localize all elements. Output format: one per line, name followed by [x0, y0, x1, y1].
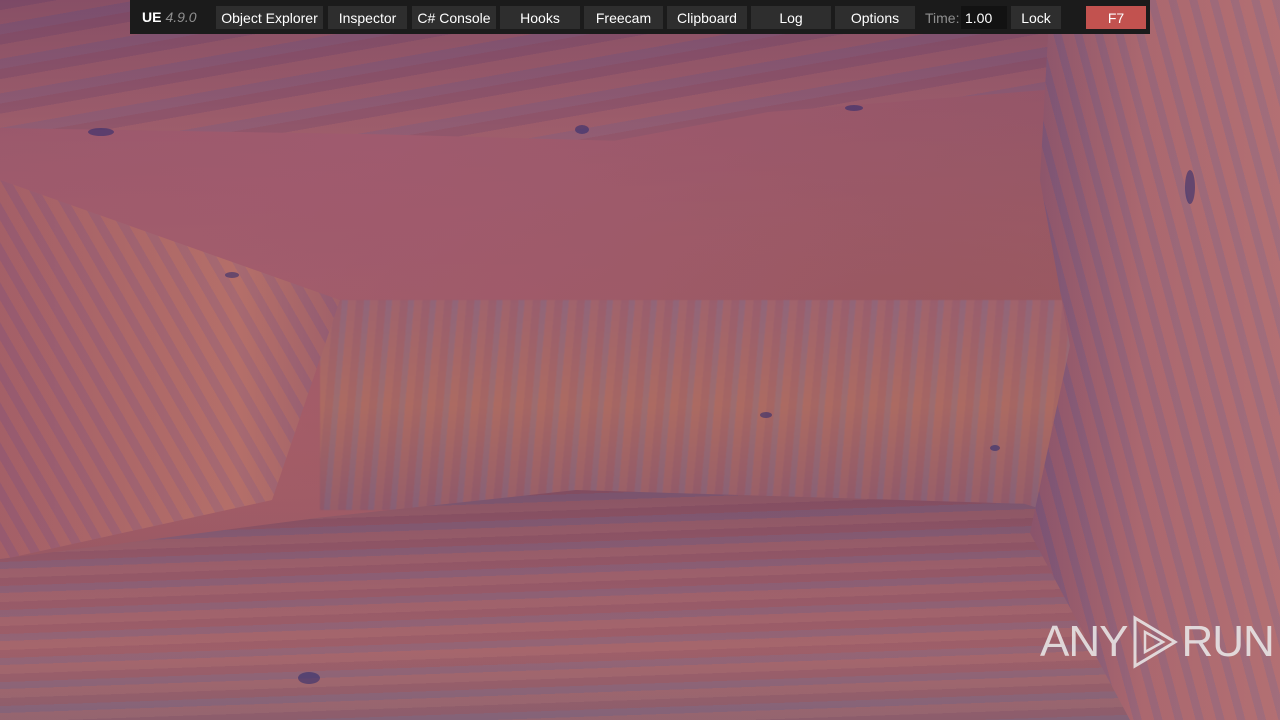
- rock-speck: [575, 125, 589, 134]
- cave-back-wall: [320, 300, 1080, 510]
- time-scale-input[interactable]: [961, 6, 1007, 29]
- tab-options[interactable]: Options: [835, 6, 915, 29]
- tab-log[interactable]: Log: [751, 6, 831, 29]
- tab-csharp-console[interactable]: C# Console: [412, 6, 496, 29]
- rock-speck: [298, 672, 320, 684]
- tab-hooks[interactable]: Hooks: [500, 6, 580, 29]
- rock-speck: [225, 272, 239, 278]
- watermark-text-left: ANY: [1040, 617, 1128, 666]
- app-version: 4.9.0: [165, 9, 197, 25]
- app-logo: UE 4.9.0: [142, 9, 197, 26]
- time-scale-label: Time:: [925, 10, 960, 26]
- rock-speck: [1185, 170, 1195, 204]
- play-triangle-icon: [1133, 615, 1179, 669]
- watermark-text-right: RUN: [1181, 617, 1274, 666]
- rock-speck: [88, 128, 114, 136]
- rock-speck: [760, 412, 772, 418]
- anyrun-watermark: ANY RUN: [1040, 612, 1275, 672]
- app-logo-text: UE: [142, 9, 162, 25]
- tab-freecam[interactable]: Freecam: [584, 6, 663, 29]
- explorer-toolbar: UE 4.9.0 Object Explorer Inspector C# Con…: [130, 0, 1150, 34]
- rock-speck: [990, 445, 1000, 451]
- lock-button[interactable]: Lock: [1011, 6, 1061, 29]
- rock-speck: [845, 105, 863, 111]
- tab-object-explorer[interactable]: Object Explorer: [216, 6, 323, 29]
- close-toggle-button[interactable]: F7: [1086, 6, 1146, 29]
- tab-inspector[interactable]: Inspector: [328, 6, 407, 29]
- tab-clipboard[interactable]: Clipboard: [667, 6, 747, 29]
